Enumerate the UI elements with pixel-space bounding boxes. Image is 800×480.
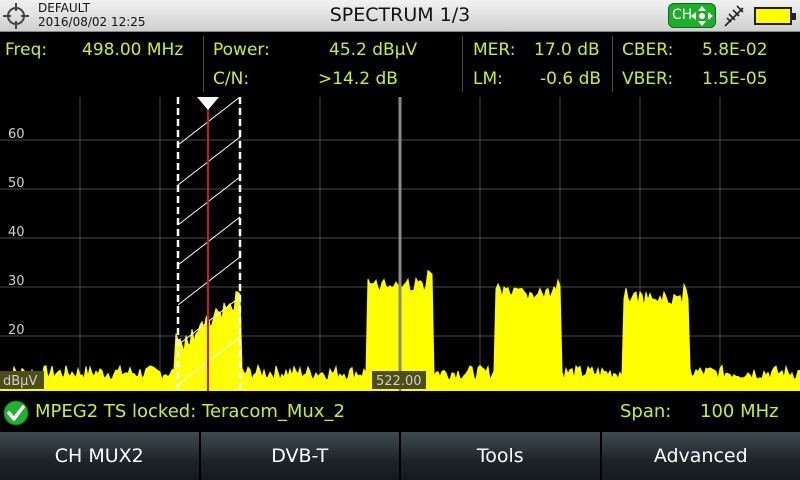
cber-value: 5.8E-02: [702, 40, 768, 60]
lock-status-text: MPEG2 TS locked: Teracom_Mux_2: [35, 401, 345, 422]
freq-value[interactable]: 498.00 MHz: [82, 40, 183, 60]
date-time: 2016/08/02 12:25: [38, 15, 146, 29]
mer-value: 17.0 dB: [534, 40, 600, 60]
softkey-dvb-t[interactable]: DVB-T: [200, 432, 401, 480]
antenna-icon: [724, 5, 744, 27]
divider: [462, 36, 463, 92]
y-tick-label: 50: [8, 176, 25, 191]
y-tick-label: 20: [8, 323, 25, 338]
power-label: Power:: [213, 40, 270, 60]
y-tick-label: 60: [8, 127, 25, 142]
freq-label: Freq:: [5, 40, 48, 60]
y-tick-label: 30: [8, 274, 25, 289]
spectrum-plot[interactable]: 20 30 40 50 60 dBµV 522.00: [0, 97, 800, 391]
y-tick-label: 40: [8, 225, 25, 240]
lm-value: -0.6 dB: [540, 69, 602, 89]
channel-mode-label: CH: [672, 7, 693, 23]
spectrum-svg[interactable]: 20 30 40 50 60 dBµV 522.00: [0, 97, 800, 391]
lm-label: LM:: [473, 69, 503, 89]
vber-label: VBER:: [622, 69, 674, 89]
cn-label: C/N:: [213, 69, 250, 89]
power-value: 45.2 dBµV: [329, 40, 418, 60]
status-line: MPEG2 TS locked: Teracom_Mux_2 Span: 100…: [0, 396, 800, 430]
center-frequency-text: 522.00: [376, 374, 422, 389]
mer-label: MER:: [473, 40, 516, 60]
channel-mode-badge[interactable]: CH: [668, 3, 716, 28]
y-unit-text: dBµV: [3, 374, 37, 389]
divider: [612, 36, 613, 92]
vber-value: 1.5E-05: [702, 69, 768, 89]
softkey-ch-mux[interactable]: CH MUX2: [0, 432, 201, 480]
softkey-advanced[interactable]: Advanced: [601, 432, 800, 480]
target-icon[interactable]: [3, 3, 29, 29]
softkey-bar: CH MUX2 DVB-T Tools Advanced: [0, 432, 800, 480]
span-label: Span:: [620, 401, 672, 422]
softkey-tools[interactable]: Tools: [401, 432, 602, 480]
center-frequency-label: 522.00: [372, 371, 426, 389]
lock-check-icon: [3, 400, 29, 426]
battery-icon: [754, 7, 796, 25]
span-value[interactable]: 100 MHz: [700, 401, 779, 422]
divider: [203, 36, 204, 92]
cn-value: >14.2 dB: [318, 69, 398, 89]
profile-name: DEFAULT: [38, 1, 90, 15]
cber-label: CBER:: [622, 40, 674, 60]
top-status-bar: DEFAULT 2016/08/02 12:25 SPECTRUM 1/3 CH: [0, 0, 800, 32]
move-arrows-icon: [691, 6, 713, 26]
y-unit-label: dBµV: [0, 371, 44, 389]
